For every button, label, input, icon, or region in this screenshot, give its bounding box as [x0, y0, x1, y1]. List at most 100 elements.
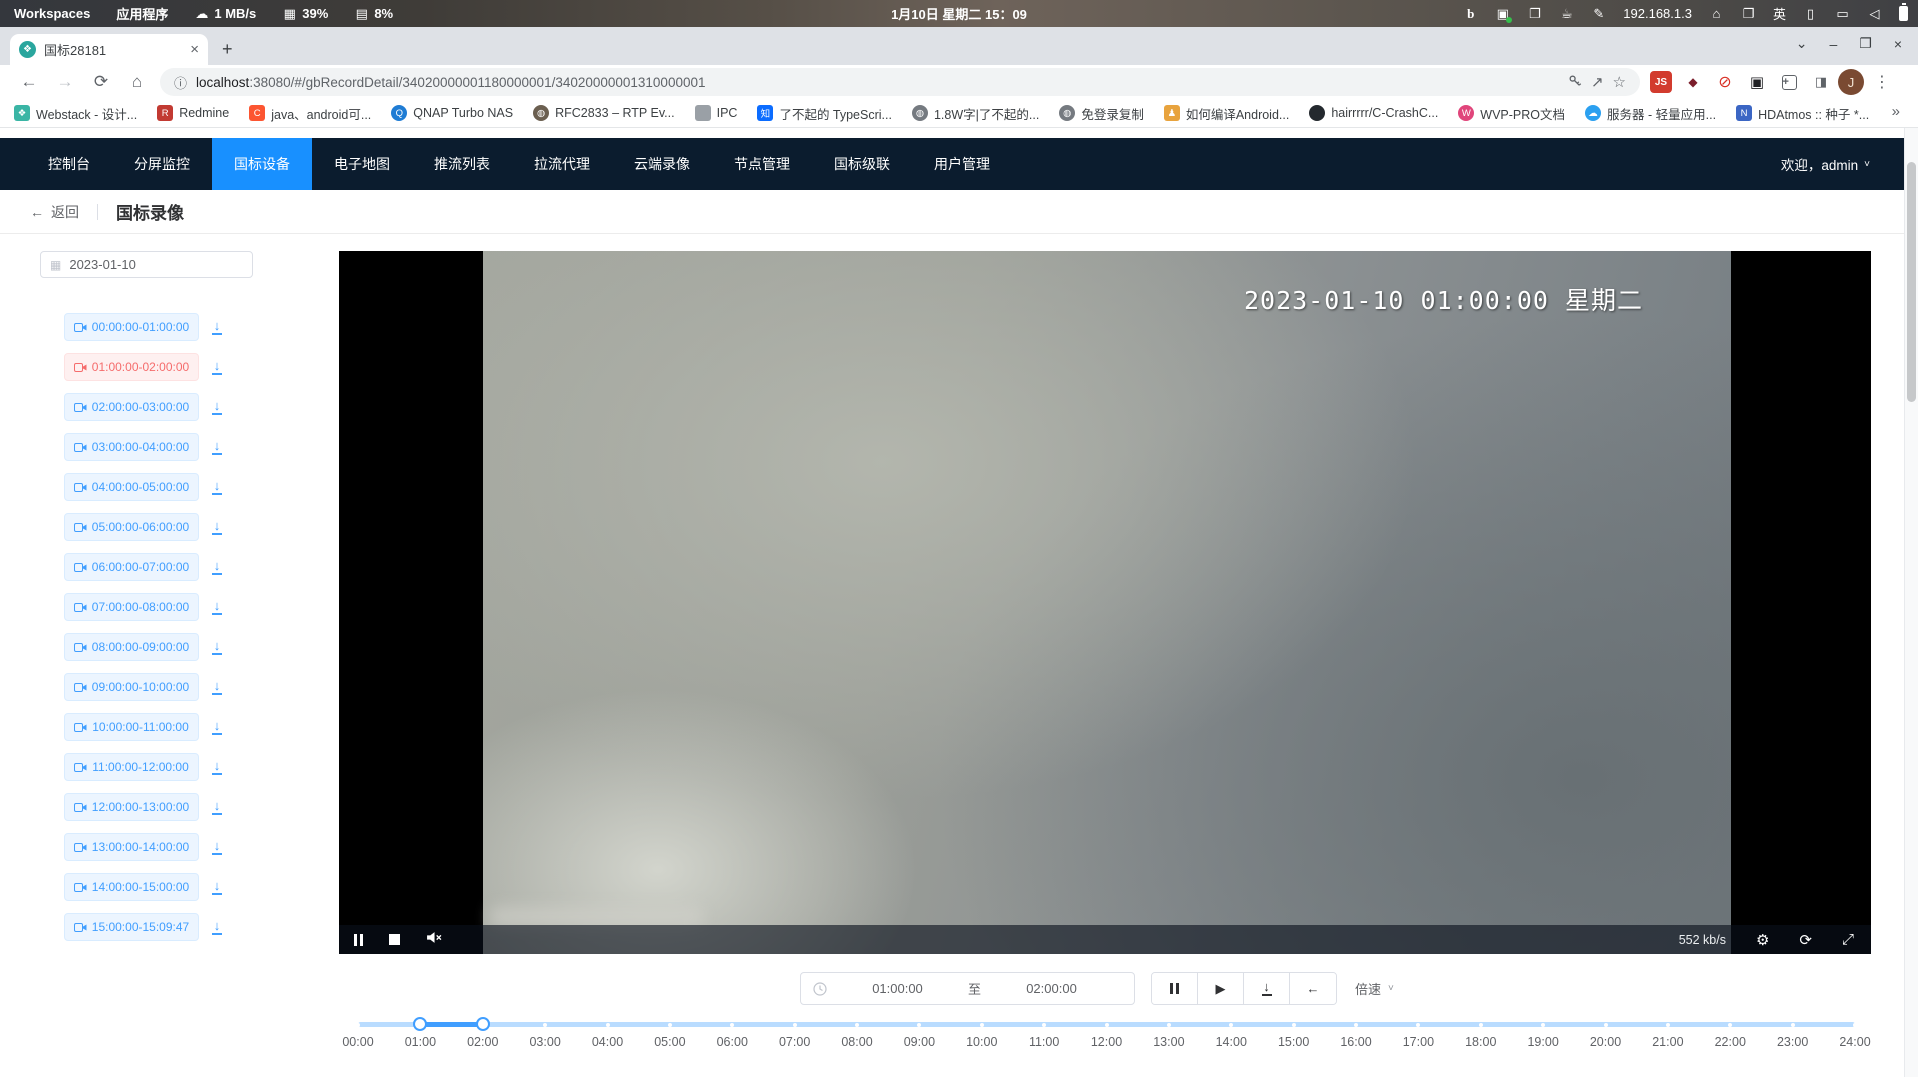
recording-time-button[interactable]: 03:00:00-04:00:00 [64, 433, 199, 461]
network-speed-indicator[interactable]: ☁ 1 MB/s [194, 6, 256, 22]
play-button[interactable]: ▶ [1198, 973, 1244, 1004]
share-icon[interactable]: ↗ [1591, 73, 1604, 91]
clipboard-tray-icon[interactable]: ❐ [1527, 6, 1542, 22]
ip-address[interactable]: 192.168.1.3 [1623, 6, 1692, 21]
tab-search-icon[interactable]: ⌄ [1796, 35, 1808, 52]
pause-button[interactable] [1152, 973, 1198, 1004]
reload-icon[interactable]: ⟳ [88, 72, 114, 92]
bookmark-item[interactable]: ☁ 服务器 - 轻量应用... [1585, 104, 1716, 123]
nav-tab[interactable]: 用户管理 [912, 138, 1012, 190]
new-tab-button[interactable]: + [222, 40, 233, 58]
player-pause-icon[interactable] [354, 934, 363, 946]
snapshot-aperture-icon[interactable]: ⚙ [1756, 931, 1769, 949]
volume-tray-icon[interactable]: ◁ [1867, 6, 1882, 22]
recording-time-button[interactable]: 08:00:00-09:00:00 [64, 633, 199, 661]
profile-avatar[interactable]: J [1838, 69, 1864, 95]
bookmark-item[interactable]: 知 了不起的 TypeScri... [757, 104, 892, 123]
download-recording-button[interactable]: ↓ [212, 520, 222, 535]
caffeine-tray-icon[interactable]: ☕ [1559, 6, 1574, 22]
timeline-handle-1[interactable] [476, 1017, 490, 1031]
recording-time-button[interactable]: 13:00:00-14:00:00 [64, 833, 199, 861]
display-tray-icon[interactable]: ▭ [1835, 6, 1850, 22]
download-recording-button[interactable]: ↓ [212, 600, 222, 615]
bookmark-item[interactable]: ❖ Webstack - 设计... [14, 104, 137, 123]
screenshot-tray-icon[interactable]: ▣ [1495, 6, 1510, 22]
nav-tab[interactable]: 国标设备 [212, 138, 312, 190]
address-bar[interactable]: ⓘ localhost:38080/#/gbRecordDetail/34020… [160, 68, 1640, 96]
window-minimize-icon[interactable]: – [1829, 36, 1837, 52]
range-end-input[interactable]: 02:00:00 [981, 981, 1122, 996]
color-picker-tray-icon[interactable]: ✎ [1591, 6, 1606, 22]
date-picker-input[interactable]: ▦ 2023-01-10 [40, 251, 253, 278]
recording-time-button[interactable]: 05:00:00-06:00:00 [64, 513, 199, 541]
download-recording-button[interactable]: ↓ [212, 640, 222, 655]
nav-tab[interactable]: 国标级联 [812, 138, 912, 190]
side-panel-icon[interactable]: ◨ [1810, 71, 1832, 93]
bookmark-item[interactable]: ◍ 1.8W字|了不起的... [912, 104, 1039, 123]
nav-tab[interactable]: 云端录像 [612, 138, 712, 190]
recording-time-button[interactable]: 04:00:00-05:00:00 [64, 473, 199, 501]
workspaces-button[interactable]: Workspaces [14, 6, 90, 21]
windows-tray-icon[interactable]: ❐ [1741, 6, 1756, 22]
recording-time-button[interactable]: 11:00:00-12:00:00 [64, 753, 199, 781]
player-stop-icon[interactable] [389, 934, 400, 945]
phone-tray-icon[interactable]: ▯ [1803, 6, 1818, 22]
browser-menu-icon[interactable]: ⋮ [1874, 72, 1890, 92]
browser-tab[interactable]: ❖ 国标28181 × [10, 34, 208, 65]
download-recording-button[interactable]: ↓ [212, 360, 222, 375]
recording-time-button[interactable]: 02:00:00-03:00:00 [64, 393, 199, 421]
bookmark-item[interactable]: IPC [695, 105, 738, 121]
bing-tray-icon[interactable]: b [1463, 6, 1478, 22]
timeline-handle-0[interactable] [413, 1017, 427, 1031]
home-tray-icon[interactable]: ⌂ [1709, 6, 1724, 21]
nav-tab[interactable]: 推流列表 [412, 138, 512, 190]
window-restore-icon[interactable]: ❐ [1859, 35, 1872, 52]
seek-back-button[interactable]: ← [1290, 973, 1336, 1004]
extensions-puzzle-icon[interactable]: + [1778, 71, 1800, 93]
range-start-input[interactable]: 01:00:00 [827, 981, 968, 996]
recording-time-button[interactable]: 14:00:00-15:00:00 [64, 873, 199, 901]
download-recording-button[interactable]: ↓ [212, 760, 222, 775]
bookmark-item[interactable]: N HDAtmos :: 种子 *... [1736, 104, 1869, 123]
back-button[interactable]: ← 返回 [30, 202, 79, 222]
clock[interactable]: 1月10日 星期二 15：09 [891, 4, 1027, 23]
refresh-icon[interactable]: ⟳ [1799, 931, 1812, 949]
cpu-indicator[interactable]: ▦ 39% [282, 6, 328, 22]
scrollbar-thumb[interactable] [1907, 162, 1916, 402]
site-info-icon[interactable]: ⓘ [174, 73, 187, 92]
fullscreen-icon[interactable]: ⤢ [1842, 931, 1854, 948]
bookmark-star-icon[interactable]: ☆ [1613, 73, 1626, 91]
back-icon[interactable]: ← [16, 72, 42, 92]
page-scrollbar[interactable] [1904, 128, 1918, 1077]
recording-time-button[interactable]: 12:00:00-13:00:00 [64, 793, 199, 821]
download-recording-button[interactable]: ↓ [212, 440, 222, 455]
download-recording-button[interactable]: ↓ [212, 880, 222, 895]
nav-tab[interactable]: 控制台 [26, 138, 112, 190]
bookmark-item[interactable]: C java、android可... [249, 104, 371, 123]
wine-extension-icon[interactable]: ◆ [1682, 71, 1704, 93]
time-range-picker[interactable]: 01:00:00 至 02:00:00 [800, 972, 1135, 1005]
nav-tab[interactable]: 拉流代理 [512, 138, 612, 190]
memory-indicator[interactable]: ▤ 8% [354, 6, 393, 22]
recording-time-button[interactable]: 00:00:00-01:00:00 [64, 313, 199, 341]
recording-time-button[interactable]: 01:00:00-02:00:00 [64, 353, 199, 381]
recording-time-button[interactable]: 06:00:00-07:00:00 [64, 553, 199, 581]
home-icon[interactable]: ⌂ [124, 72, 150, 92]
player-mute-icon[interactable] [426, 931, 442, 949]
recording-time-button[interactable]: 15:00:00-15:09:47 [64, 913, 199, 941]
nav-tab[interactable]: 电子地图 [312, 138, 412, 190]
bookmark-item[interactable]: Q QNAP Turbo NAS [391, 105, 513, 121]
bookmarks-overflow-icon[interactable]: » [1892, 103, 1908, 120]
download-recording-button[interactable]: ↓ [212, 560, 222, 575]
download-recording-button[interactable]: ↓ [212, 840, 222, 855]
bookmark-item[interactable]: ◍ 免登录复制 [1059, 104, 1144, 123]
input-method-indicator[interactable]: 英 [1773, 4, 1786, 23]
download-recording-button[interactable]: ↓ [212, 400, 222, 415]
download-recording-button[interactable]: ↓ [212, 480, 222, 495]
forward-icon[interactable]: → [52, 72, 78, 92]
welcome-user[interactable]: 欢迎，admin ˅ [1781, 154, 1870, 174]
playback-speed-dropdown[interactable]: 倍速 ˅ [1341, 972, 1408, 1005]
nav-tab[interactable]: 节点管理 [712, 138, 812, 190]
bookmark-item[interactable]: ♟ 如何编译Android... [1164, 104, 1290, 123]
tab-close-icon[interactable]: × [190, 41, 199, 58]
